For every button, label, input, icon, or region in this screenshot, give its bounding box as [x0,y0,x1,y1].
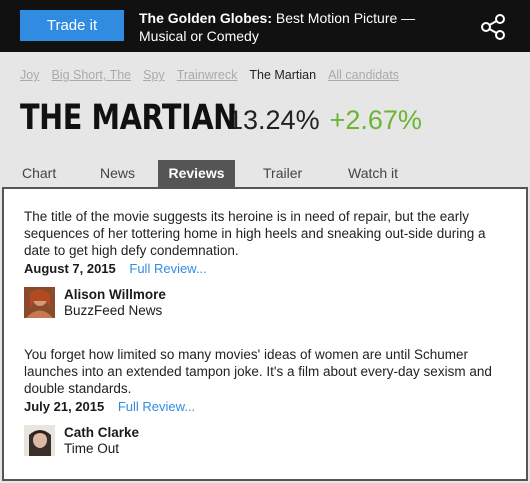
movie-title: THE MARTIAN [20,98,237,138]
review-card: You forget how limited so many movies' i… [24,346,504,459]
review-meta: August 7, 2015 Full Review... [24,261,504,279]
title-row: THE MARTIAN 13.24% +2.67% [20,98,422,142]
review-card: The title of the movie suggests its hero… [24,208,504,321]
breadcrumb-trainwreck[interactable]: Trainwreck [177,68,238,82]
tab-bar: Chart News Reviews Trailer Watch it [0,160,530,187]
top-bar: Trade it The Golden Globes: Best Motion … [0,0,530,52]
headline: The Golden Globes: Best Motion Picture —… [139,9,439,45]
review-date: August 7, 2015 [24,261,116,276]
author-outlet: Time Out [64,441,120,456]
author-name: Cath Clarke [64,425,140,440]
full-review-link[interactable]: Full Review... [118,399,195,414]
percent-value: 13.24% [228,105,320,135]
full-review-link[interactable]: Full Review... [129,261,206,276]
breadcrumb-big-short[interactable]: Big Short, The [51,68,131,82]
avatar [24,425,55,456]
review-author: Cath Clarke Time Out [24,425,504,459]
author-outlet: BuzzFeed News [64,303,163,318]
review-date: July 21, 2015 [24,399,105,414]
trade-it-button[interactable]: Trade it [20,10,124,41]
tab-reviews[interactable]: Reviews [158,160,235,187]
tab-news[interactable]: News [100,160,135,187]
review-quote: You forget how limited so many movies' i… [24,347,492,396]
breadcrumb-spy[interactable]: Spy [143,68,165,82]
reviews-panel: The title of the movie suggests its hero… [2,187,528,481]
breadcrumb-joy[interactable]: Joy [20,68,39,82]
author-name: Alison Willmore [64,287,166,302]
review-meta: July 21, 2015 Full Review... [24,399,504,417]
review-author: Alison Willmore BuzzFeed News [24,287,504,321]
breadcrumb-all-candidats[interactable]: All candidats [328,68,399,82]
headline-award: The Golden Globes: [139,10,273,26]
tab-chart[interactable]: Chart [22,160,56,187]
tab-watch-it[interactable]: Watch it [348,160,398,187]
share-icon[interactable] [478,12,508,42]
avatar [24,287,55,318]
tab-trailer[interactable]: Trailer [263,160,302,187]
breadcrumb-the-martian: The Martian [249,68,317,82]
percent-change: +2.67% [329,105,422,135]
breadcrumb: Joy Big Short, The Spy Trainwreck The Martia… [20,68,411,82]
review-quote: The title of the movie suggests its hero… [24,209,486,258]
